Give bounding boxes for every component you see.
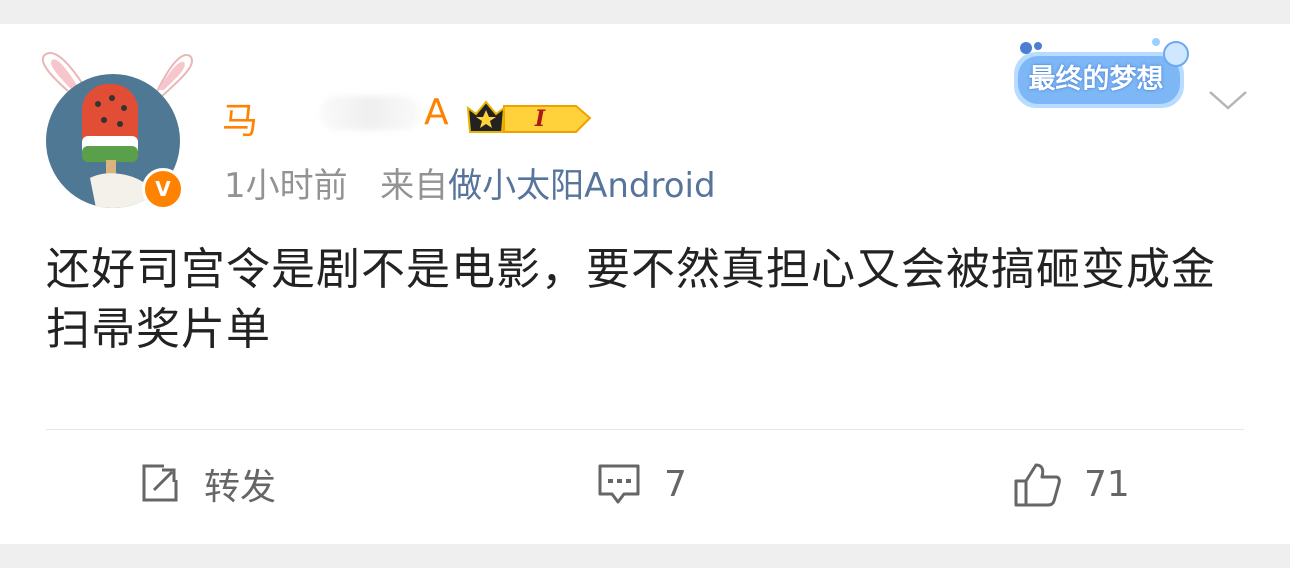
username-end[interactable]: A — [424, 92, 449, 133]
verified-v-icon: V — [142, 168, 184, 210]
avatar-container[interactable]: V — [36, 46, 196, 216]
comment-icon — [598, 464, 640, 504]
like-count: 71 — [1084, 463, 1130, 505]
thumbs-up-icon — [1014, 463, 1061, 507]
repost-button[interactable]: 转发 — [138, 460, 276, 508]
chevron-down-icon[interactable] — [1208, 88, 1248, 112]
comment-count: 7 — [664, 463, 687, 505]
like-button[interactable]: 71 — [1012, 460, 1130, 508]
post-meta: 1小时前 来自做小太阳Android — [224, 158, 716, 207]
username-start[interactable]: 马 — [222, 92, 260, 144]
post-time: 1小时前 — [224, 166, 348, 206]
crown-level-icon[interactable]: I — [466, 98, 592, 138]
level-text: I — [534, 106, 546, 132]
divider — [46, 429, 1244, 430]
username-blurred — [320, 96, 420, 130]
repost-label: 转发 — [204, 467, 277, 508]
weibo-post-card: V 马 A I 1小时前 来自做小太阳Android 最终的梦想 还好司宫令是剧… — [0, 24, 1290, 544]
comment-button[interactable]: 7 — [596, 460, 687, 508]
badge-text: 最终的梦想 — [1028, 64, 1164, 95]
post-content: 还好司宫令是剧不是电影，要不然真担心又会被搞砸变成金扫帚奖片单 — [46, 244, 1216, 355]
source-link[interactable]: 做小太阳Android — [448, 166, 715, 206]
repost-icon — [142, 464, 178, 502]
source-prefix: 来自 — [380, 166, 449, 206]
